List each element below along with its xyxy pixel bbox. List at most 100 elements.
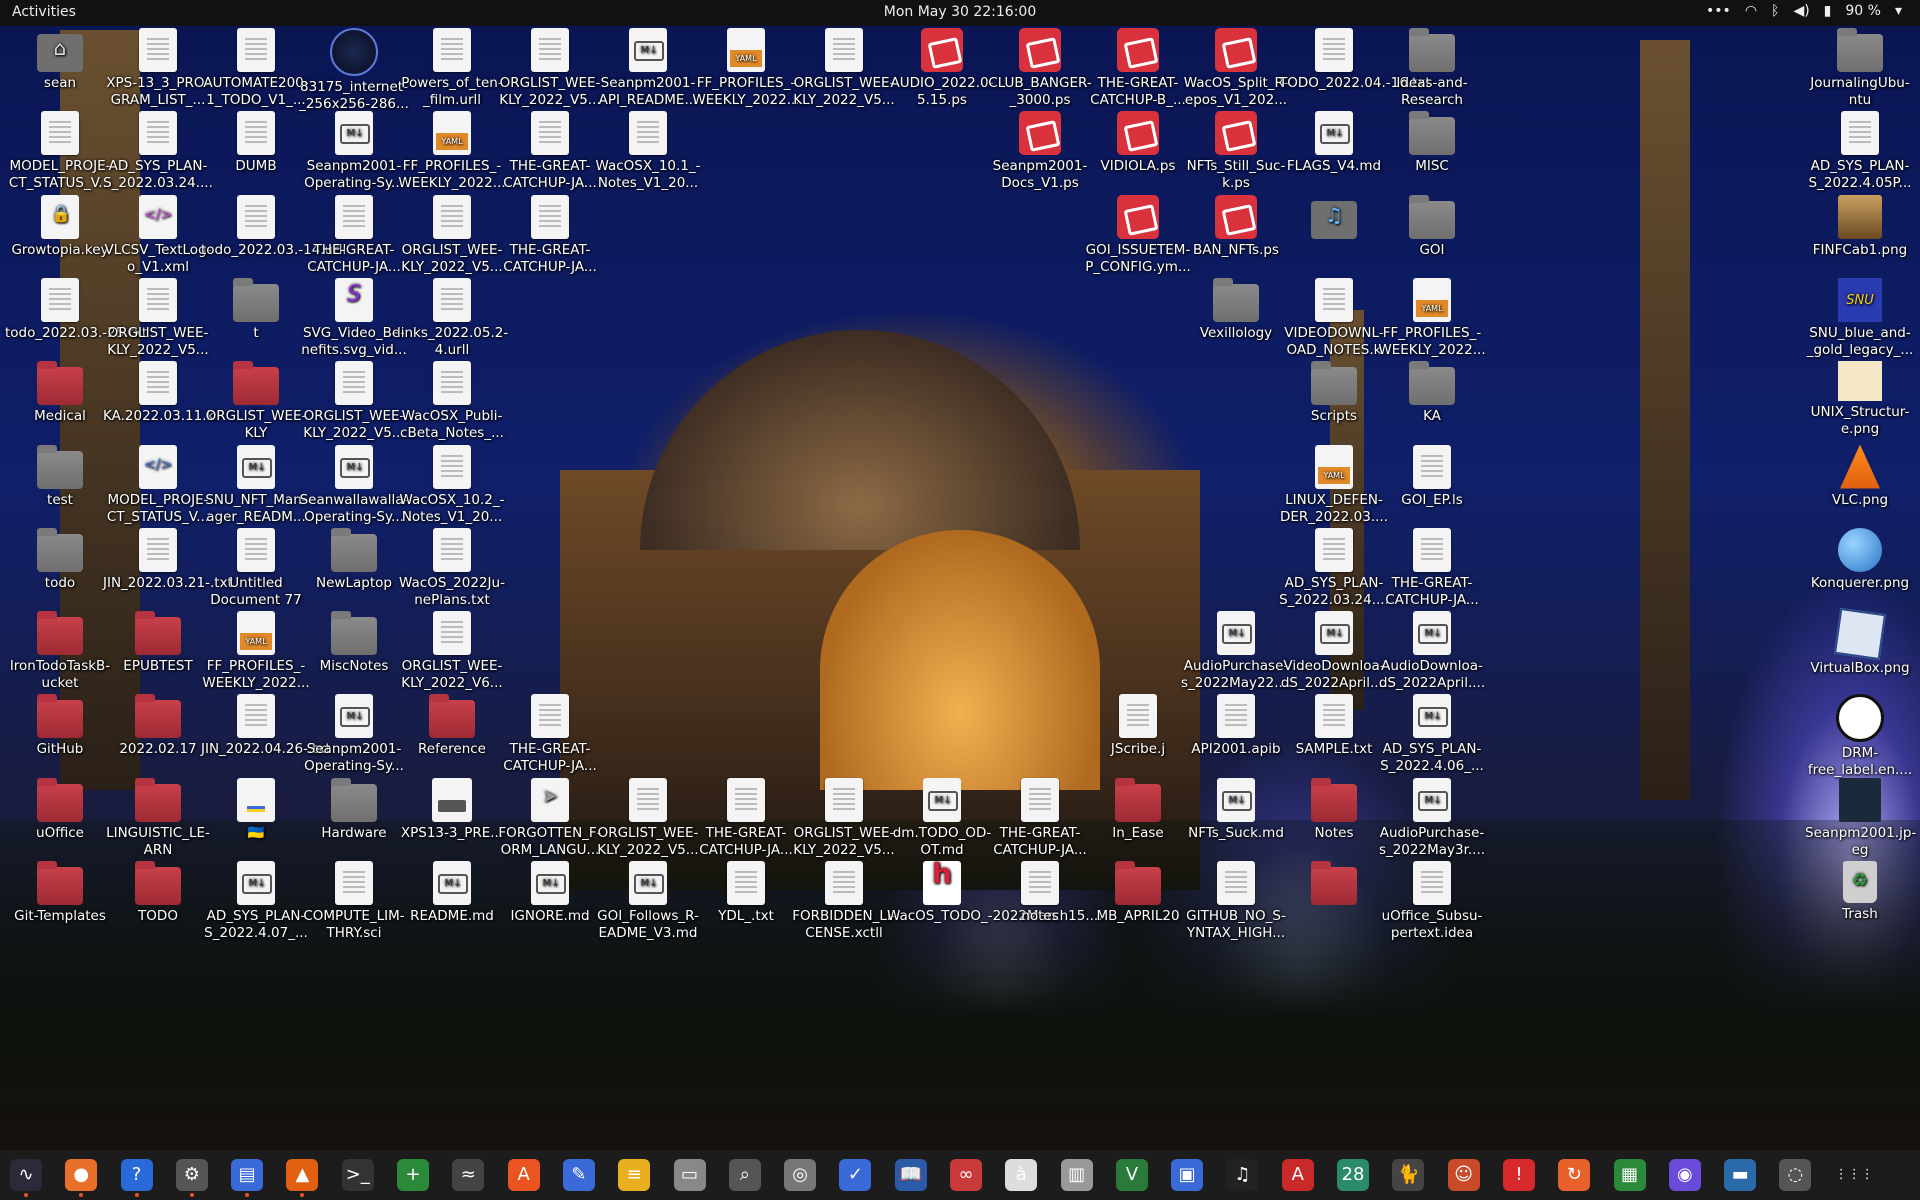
font-icon[interactable]: à [1005, 1159, 1038, 1191]
desktop-item[interactable]: GOI_ISSUETEM-P_CONFIG.ym... [1083, 194, 1193, 276]
waveform-icon[interactable]: ≈ [452, 1159, 485, 1191]
desktop-item[interactable]: notes [985, 861, 1095, 925]
desktop-item[interactable]: todo_2022.03.-14.urll [201, 194, 346, 259]
desktop-item[interactable]: In_Ease [1083, 777, 1193, 842]
desktop-item[interactable]: EPUBTEST [103, 611, 213, 675]
desktop-item[interactable]: AudioDownloa-dS_2022April.... [1377, 611, 1487, 692]
desktop-item[interactable]: KA.2022.03.11.k [103, 361, 214, 425]
desktop-item[interactable]: MISC [1377, 111, 1487, 175]
desktop-item[interactable]: WacOSX_10.1_-Notes_V1_20... [593, 111, 703, 192]
desktop-item[interactable]: NewLaptop [299, 527, 409, 592]
desktop-item[interactable]: 2022.02.17 [103, 694, 213, 758]
screenshot-icon[interactable]: ▣ [1171, 1159, 1204, 1191]
desktop-item[interactable]: uOffice_Subsu-pertext.idea [1377, 861, 1487, 942]
desktop-item[interactable]: ORGLIST_WEE-KLY_2022_V6... [397, 611, 507, 692]
desktop-item[interactable]: Ideas-and-Research [1377, 28, 1487, 109]
desktop-item[interactable]: MODEL_PROJE-CT_STATUS_V... [5, 111, 115, 192]
volume-icon[interactable]: ◀) [1793, 3, 1809, 19]
screen-icon[interactable]: ▬ [1724, 1159, 1757, 1191]
desktop-item[interactable]: Seanpm2001-Operating-Sy... [299, 694, 409, 775]
calendar-icon[interactable]: 28 [1337, 1159, 1370, 1191]
camera-icon[interactable]: ◉ [1668, 1159, 1701, 1191]
desktop-item[interactable]: VideoDownloa-dS_2022April.... [1279, 611, 1389, 692]
desktop-item[interactable]: SVG_Video_Be-nefits.svg_vid... [299, 277, 409, 359]
desktop-item[interactable]: VLCSV_TextLog-o_V1.xml [103, 194, 213, 276]
desktop-item[interactable]: THE-GREAT-CATCHUP-JA... [1377, 527, 1487, 609]
desktop-item[interactable]: VIDIOLA.ps [1083, 111, 1193, 175]
desktop-item[interactable]: ORGLIST_WEE-KLY_2022_V5... [397, 194, 507, 276]
desktop-item[interactable]: LINGUISTIC_LE-ARN [103, 777, 213, 859]
backup-icon[interactable]: ↻ [1558, 1159, 1591, 1191]
desktop-item[interactable]: 83175_internet-_256x256-286... [299, 28, 409, 113]
desktop-item[interactable]: FINFCab1.png [1805, 194, 1915, 259]
clock[interactable]: Mon May 30 22:16:00 [0, 4, 1920, 20]
glasses-icon[interactable]: ∞ [950, 1159, 982, 1191]
desktop-item[interactable]: YDL_.txt [691, 861, 801, 925]
system-monitor-icon[interactable]: ∿ [10, 1159, 42, 1191]
desktop-item[interactable]: SAMPLE.txt [1279, 694, 1389, 758]
desktop-item[interactable]: Growtopia.key [5, 194, 115, 259]
desktop-item[interactable]: BAN_NFTs.ps [1181, 194, 1291, 259]
desktop-item[interactable]: JScribe.j [1083, 694, 1193, 758]
archive-icon[interactable]: ▥ [1060, 1159, 1093, 1191]
desktop-item[interactable] [1279, 861, 1389, 908]
desktop-item[interactable]: Seanpm2001-API_README... [593, 28, 703, 109]
desktop-item[interactable]: GOI_Follows_R-EADME_V3.md [593, 861, 703, 942]
desktop-item[interactable]: Vexillology [1181, 277, 1291, 342]
desktop-item[interactable]: Hardware [299, 777, 409, 842]
desktop-item[interactable]: VirtualBox.png [1805, 608, 1915, 677]
pdf-icon[interactable]: A [1281, 1159, 1314, 1191]
documents-icon[interactable]: ▤ [231, 1159, 264, 1191]
desktop-item[interactable]: AD_SYS_PLAN-S_2022.4.05P... [1805, 111, 1915, 192]
desktop-item[interactable]: TODO_2022.04.-16.txt [1279, 28, 1431, 92]
overflow-menu-icon[interactable]: ••• [1706, 3, 1731, 19]
desktop-item[interactable]: CLUB_BANGER-_3000.ps [985, 28, 1095, 109]
text-editor-icon[interactable]: ✎ [562, 1159, 595, 1191]
desktop-item[interactable]: Seanpm2001-Operating-Sy... [299, 111, 409, 192]
software-center-icon[interactable]: A [507, 1159, 540, 1191]
desktop-item[interactable]: Seanpm2001-Docs_V1.ps [985, 111, 1095, 192]
desktop-item[interactable]: UNIX_Structur-e.png [1805, 361, 1915, 438]
desktop-item[interactable]: COMPUTE_LIM-THRY.sci [299, 861, 409, 942]
help-icon[interactable]: ? [120, 1159, 153, 1191]
ubuntu-icon[interactable]: ◌ [1779, 1159, 1812, 1191]
vlc-icon[interactable]: ▲ [286, 1159, 319, 1191]
desktop-item[interactable]: Trash [1805, 861, 1915, 923]
desktop-item[interactable]: Notes [1279, 777, 1389, 842]
desktop-item[interactable]: ORGLIST_WEE-KLY_2022_V5... [495, 28, 605, 109]
desktop-item[interactable]: WacOS_TODO_-2022March15.... [887, 861, 1103, 925]
terminal-icon[interactable]: >_ [341, 1159, 374, 1191]
desktop-item[interactable]: ORGLIST_WEE-KLY_2022_V5... [789, 28, 899, 109]
files-icon[interactable]: ▭ [673, 1159, 706, 1191]
desktop-item[interactable]: Seanpm2001.jp-eg [1805, 777, 1916, 859]
desktop-item[interactable]: ORGLIST_WEE-KLY_2022_V5... [789, 777, 899, 859]
desktop-item[interactable]: SNU_blue_and-_gold_legacy_... [1805, 277, 1915, 359]
desktop-item[interactable]: VLC.png [1805, 444, 1915, 509]
game-icon[interactable]: ☺ [1447, 1159, 1480, 1191]
desktop-item[interactable]: FF_PROFILES_-WEEKLY_2022... [201, 611, 311, 692]
desktop-item[interactable]: WacOS_2022Ju-nePlans.txt [397, 527, 507, 609]
desktop-item[interactable]: THE-GREAT-CATCHUP-JA... [691, 777, 801, 859]
desktop-item[interactable]: Konquerer.png [1805, 527, 1915, 592]
desktop-item[interactable]: MB_APRIL20 [1083, 861, 1193, 925]
system-tray[interactable]: ••• ◠ ᛒ ◀) ▮ 90 % ▾ [1706, 3, 1902, 19]
desktop-item[interactable]: todo [5, 527, 115, 592]
desktop-item[interactable]: THE-GREAT-CATCHUP-B_... [1083, 28, 1193, 109]
desktop-item[interactable]: todo_2022.03.-25.txt [5, 277, 147, 342]
desktop-item[interactable]: Git-Templates [5, 861, 115, 925]
desktop-item[interactable]: XPS13-3_PRE... [397, 777, 507, 842]
desktop-item[interactable]: KA [1377, 361, 1487, 425]
desktop-item[interactable]: sean [5, 28, 115, 92]
desktop-item[interactable]: VIDEODOWNL-OAD_NOTES.k [1279, 277, 1389, 359]
cat-icon[interactable]: 🐈 [1392, 1159, 1425, 1191]
desktop-item[interactable]: Scripts [1279, 361, 1389, 425]
desktop-item[interactable]: THE-GREAT-CATCHUP-JA... [299, 194, 409, 276]
book-icon[interactable]: 📖 [894, 1159, 927, 1191]
desktop-item[interactable]: GOI [1377, 194, 1487, 259]
battery-icon[interactable]: ▮ [1824, 3, 1832, 19]
notes-icon[interactable]: ≡ [618, 1159, 651, 1191]
music-icon[interactable]: ♫ [1226, 1159, 1259, 1191]
desktop-item[interactable]: Reference [397, 694, 507, 758]
desktop-item[interactable]: LINUX_DEFEN-DER_2022.03.... [1279, 444, 1389, 526]
desktop-item[interactable]: FLAGS_V4.md [1279, 111, 1389, 175]
